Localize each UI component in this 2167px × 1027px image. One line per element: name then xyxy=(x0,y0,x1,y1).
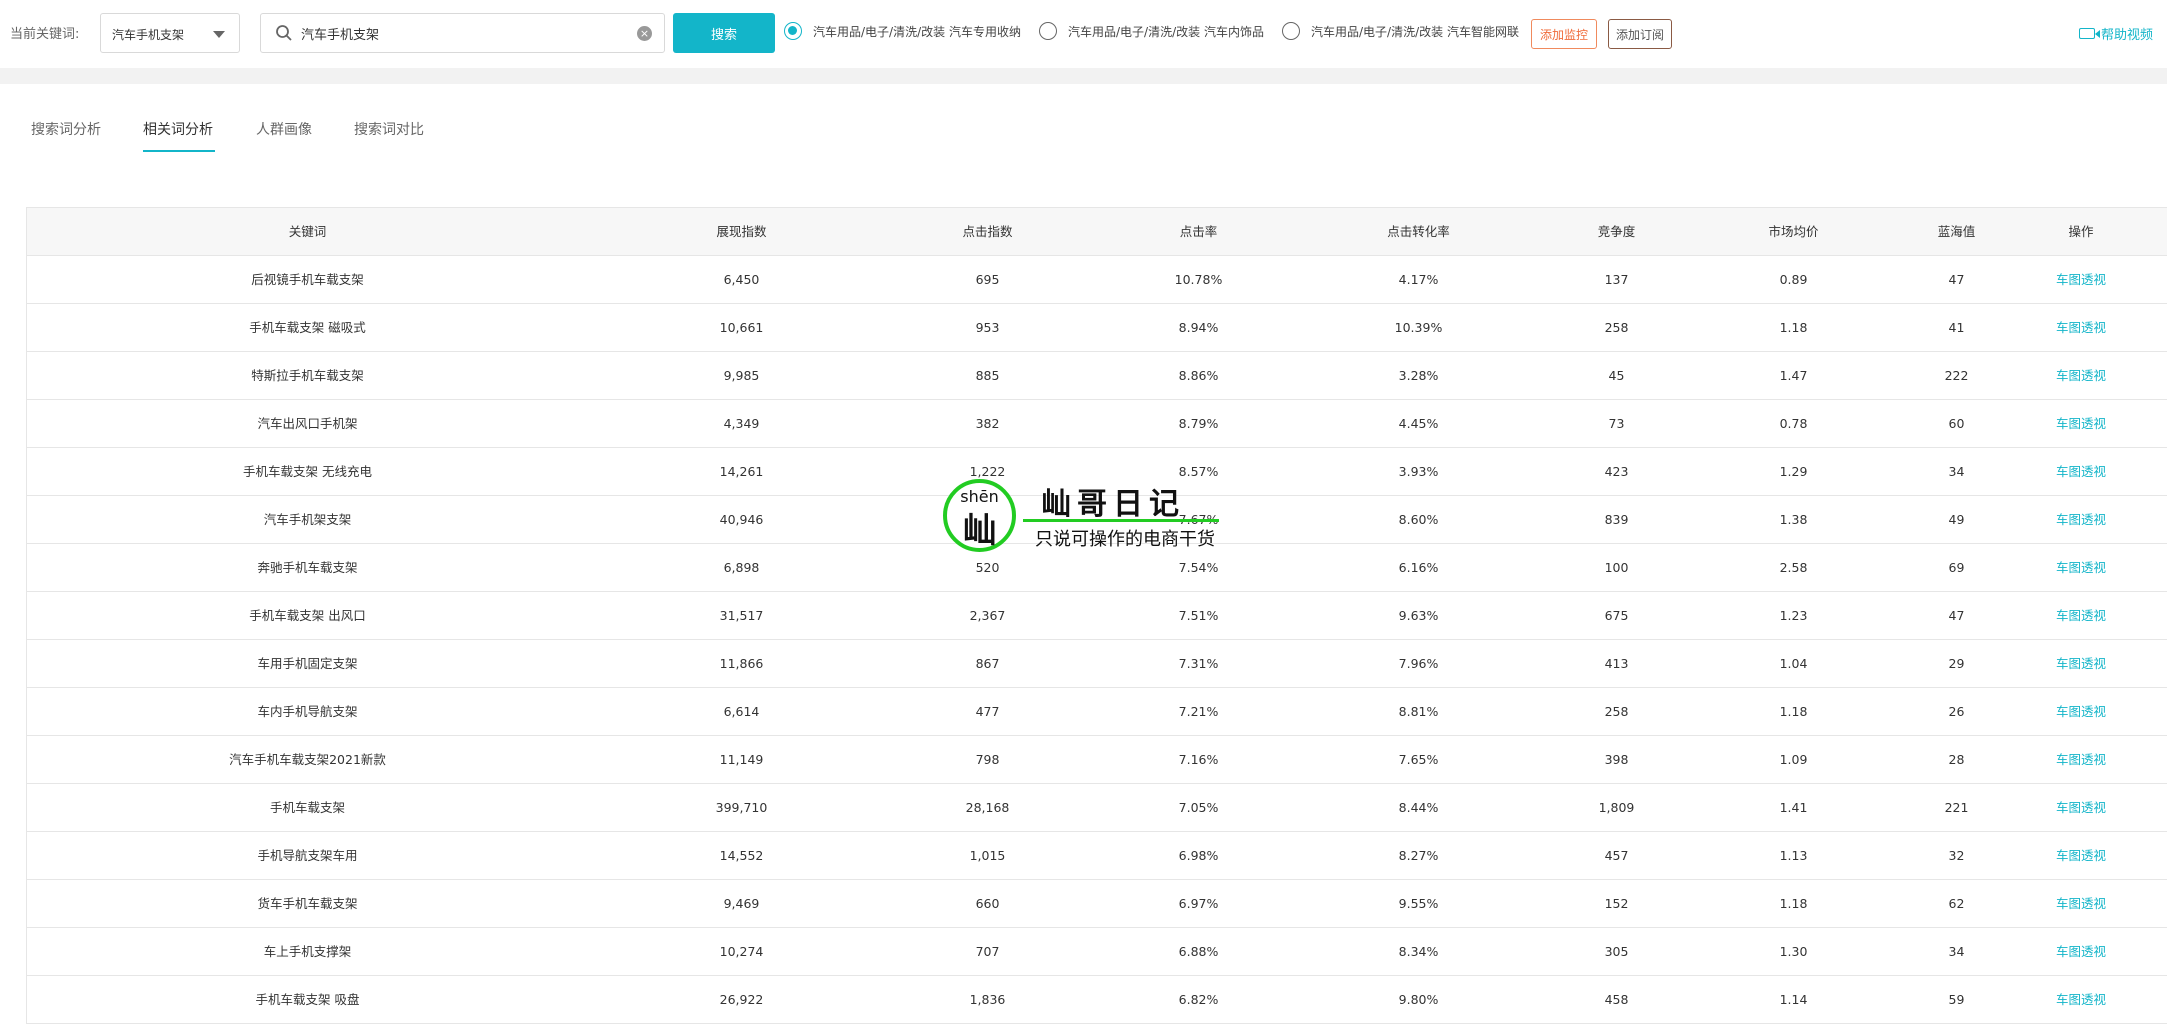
car-view-link[interactable]: 车图透视 xyxy=(2011,832,2151,880)
search-field[interactable]: × xyxy=(260,13,665,53)
car-view-link[interactable]: 车图透视 xyxy=(2011,640,2151,688)
table-row: 手机车载支架 出风口 31,517 2,367 7.51% 9.63% 675 1.23 47… xyxy=(27,592,2167,640)
active-tab-indicator xyxy=(143,150,215,152)
car-view-link[interactable]: 车图透视 xyxy=(2011,928,2151,976)
help-video-link[interactable]: 帮助视频 xyxy=(2079,24,2153,43)
chevron-down-icon xyxy=(213,31,225,38)
table-row: 手机车载支架 磁吸式 10,661 953 8.94% 10.39% 258 1.18 41 车… xyxy=(27,304,2167,352)
cell-keyword: 后视镜手机车载支架 xyxy=(251,272,364,287)
car-view-link[interactable]: 车图透视 xyxy=(2011,688,2151,736)
add-subscribe-button[interactable]: 添加订阅 xyxy=(1608,19,1672,49)
car-view-link[interactable]: 车图透视 xyxy=(2011,304,2151,352)
car-view-link[interactable]: 车图透视 xyxy=(2011,592,2151,640)
cell-keyword: 车用手机固定支架 xyxy=(257,656,358,671)
radio-icon[interactable] xyxy=(1039,22,1057,40)
table-body: 后视镜手机车载支架 6,450 695 10.78% 4.17% 137 0.89 47 车图透… xyxy=(27,256,2167,1024)
add-monitor-button[interactable]: 添加监控 xyxy=(1531,19,1597,49)
car-view-link[interactable]: 车图透视 xyxy=(2011,448,2151,496)
table-row: 汽车手机车载支架2021新款 11,149 798 7.16% 7.65% 398 1.09… xyxy=(27,736,2167,784)
table-row: 特斯拉手机车载支架 9,985 885 8.86% 3.28% 45 1.47 222 车图透视 xyxy=(27,352,2167,400)
cell-keyword: 车内手机导航支架 xyxy=(257,704,358,719)
cell-keyword: 汽车出风口手机架 xyxy=(257,416,358,431)
table-row: 车内手机导航支架 6,614 477 7.21% 8.81% 258 1.18 26 车图透视 xyxy=(27,688,2167,736)
cell-keyword: 车上手机支撑架 xyxy=(263,944,352,959)
watermark-char: 屾 xyxy=(962,511,997,551)
car-view-link[interactable]: 车图透视 xyxy=(2011,736,2151,784)
category-radio-3[interactable]: 汽车用品/电子/清洗/改装 汽车智能网联 xyxy=(1282,22,1519,40)
category-radio-label: 汽车用品/电子/清洗/改装 汽车智能网联 xyxy=(1311,24,1519,39)
cell-keyword: 手机车载支架 磁吸式 xyxy=(249,320,366,335)
radio-selected-icon[interactable] xyxy=(784,22,802,40)
radio-icon[interactable] xyxy=(1282,22,1300,40)
car-view-link[interactable]: 车图透视 xyxy=(2011,256,2151,304)
cell-keyword: 特斯拉手机车载支架 xyxy=(251,368,364,383)
table-row: 后视镜手机车载支架 6,450 695 10.78% 4.17% 137 0.89 47 车图透… xyxy=(27,256,2167,304)
current-keyword-label: 当前关键词: xyxy=(10,27,80,42)
tab-search-word-analysis[interactable]: 搜索词分析 xyxy=(31,119,101,139)
table-row: 货车手机车载支架 9,469 660 6.97% 9.55% 152 1.18 62 车图透视 xyxy=(27,880,2167,928)
clear-icon[interactable]: × xyxy=(637,26,652,41)
watermark-logo: shēn 屾 屾哥日记 只说可操作的电商干货 xyxy=(943,477,1223,553)
car-view-link[interactable]: 车图透视 xyxy=(2011,400,2151,448)
watermark-subtitle: 只说可操作的电商干货 xyxy=(1035,529,1215,550)
column-header-action: 操作 xyxy=(2068,224,2094,239)
table-header: 关键词 展现指数 点击指数 点击率 点击转化率 竞争度 市场均价 蓝海值 操作 xyxy=(27,208,2167,256)
cell-keyword: 货车手机车载支架 xyxy=(257,896,358,911)
watermark-title: 屾哥日记 xyxy=(1041,487,1185,522)
table-row: 手机车载支架 399,710 28,168 7.05% 8.44% 1,809 1.41 22… xyxy=(27,784,2167,832)
cell-keyword: 汽车手机架支架 xyxy=(263,512,352,527)
search-input[interactable] xyxy=(301,22,621,44)
car-view-link[interactable]: 车图透视 xyxy=(2011,976,2151,1024)
category-radio-label: 汽车用品/电子/清洗/改装 汽车内饰品 xyxy=(1068,24,1264,39)
category-radio-1[interactable]: 汽车用品/电子/清洗/改装 汽车专用收纳 xyxy=(784,22,1021,40)
search-button[interactable]: 搜索 xyxy=(673,13,775,53)
cell-keyword: 手机车载支架 出风口 xyxy=(249,608,366,623)
table-row: 车上手机支撑架 10,274 707 6.88% 8.34% 305 1.30 34 车图透视 xyxy=(27,928,2167,976)
car-view-link[interactable]: 车图透视 xyxy=(2011,880,2151,928)
tab-related-word-analysis[interactable]: 相关词分析 xyxy=(143,119,213,139)
search-icon xyxy=(275,24,293,46)
cell-keyword: 手机车载支架 吸盘 xyxy=(255,992,360,1007)
cell-keyword: 手机车载支架 无线充电 xyxy=(243,464,372,479)
category-radio-2[interactable]: 汽车用品/电子/清洗/改装 汽车内饰品 xyxy=(1039,22,1264,40)
category-radio-label: 汽车用品/电子/清洗/改装 汽车专用收纳 xyxy=(813,24,1021,39)
top-toolbar: 当前关键词: 汽车手机支架 × 搜索 汽车用品/电子/清洗/改装 汽车专用收纳 … xyxy=(0,0,2167,68)
keyword-select-value: 汽车手机支架 xyxy=(112,28,185,42)
keyword-select[interactable]: 汽车手机支架 xyxy=(100,13,240,53)
table-row: 汽车出风口手机架 4,349 382 8.79% 4.45% 73 0.78 60 车图透视 xyxy=(27,400,2167,448)
column-header-keyword[interactable]: 关键词 xyxy=(27,208,588,256)
cell-keyword: 奔驰手机车载支架 xyxy=(257,560,358,575)
car-view-link[interactable]: 车图透视 xyxy=(2011,352,2151,400)
analysis-tabs: 搜索词分析 相关词分析 人群画像 搜索词对比 xyxy=(0,84,2167,164)
related-words-table: 关键词 展现指数 点击指数 点击率 点击转化率 竞争度 市场均价 蓝海值 操作 … xyxy=(26,207,2167,1024)
table-row: 手机车载支架 吸盘 26,922 1,836 6.82% 9.80% 458 1.14 59 车… xyxy=(27,976,2167,1024)
video-camera-icon xyxy=(2079,28,2100,39)
tab-audience-profile[interactable]: 人群画像 xyxy=(256,119,312,139)
cell-keyword: 汽车手机车载支架2021新款 xyxy=(229,752,386,767)
divider xyxy=(0,68,2167,84)
table-row: 手机导航支架车用 14,552 1,015 6.98% 8.27% 457 1.13 32 车图… xyxy=(27,832,2167,880)
tab-search-word-compare[interactable]: 搜索词对比 xyxy=(354,119,424,139)
cell-keyword: 手机导航支架车用 xyxy=(257,848,358,863)
car-view-link[interactable]: 车图透视 xyxy=(2011,496,2151,544)
car-view-link[interactable]: 车图透视 xyxy=(2011,784,2151,832)
cell-keyword: 手机车载支架 xyxy=(269,800,345,815)
car-view-link[interactable]: 车图透视 xyxy=(2011,544,2151,592)
help-video-label: 帮助视频 xyxy=(2101,28,2154,43)
table-row: 车用手机固定支架 11,866 867 7.31% 7.96% 413 1.04 29 车图透视 xyxy=(27,640,2167,688)
